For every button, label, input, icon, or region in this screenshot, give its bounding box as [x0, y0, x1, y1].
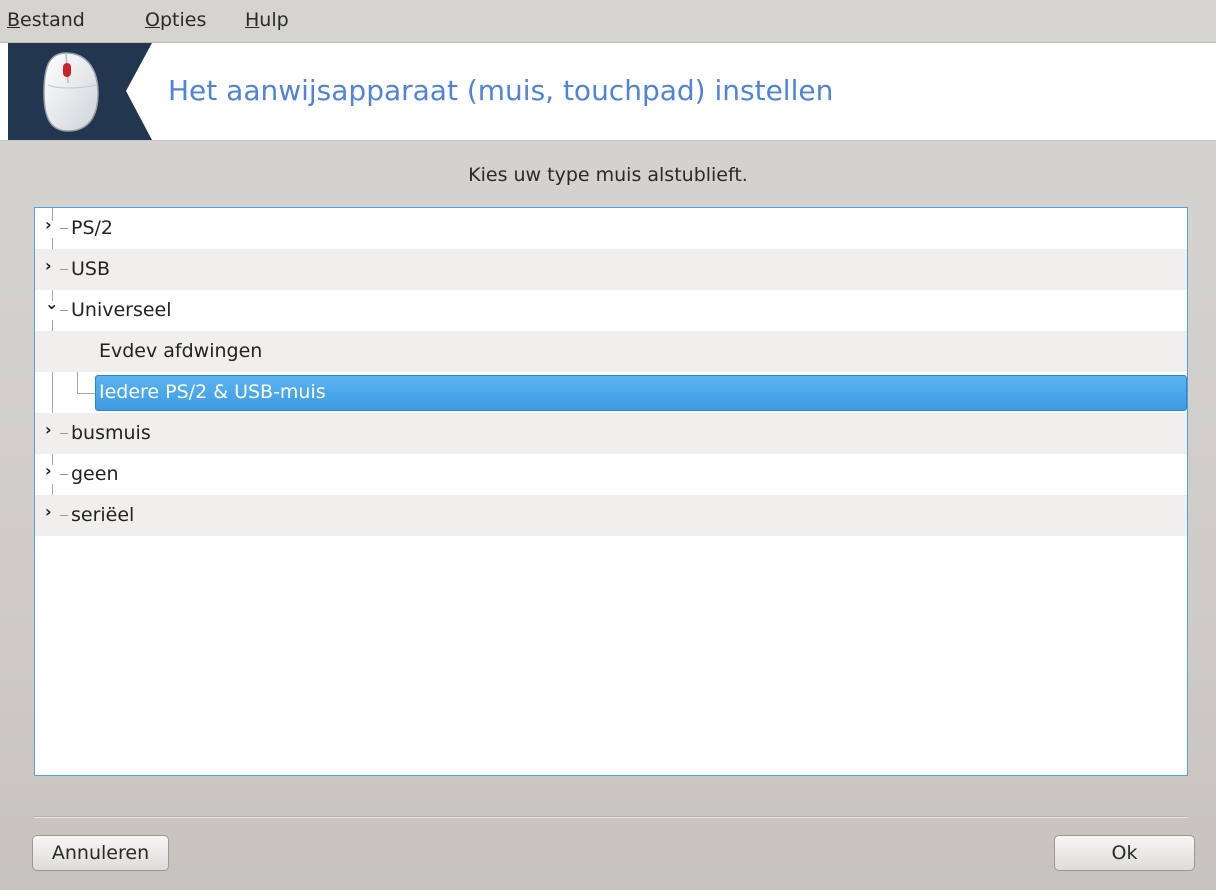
mouse-type-tree[interactable]: › PS/2 › USB ⌄ Universeel Evdev afdwinge… [34, 207, 1188, 776]
chevron-right-icon[interactable]: › [45, 461, 52, 480]
menu-accel: H [245, 9, 260, 31]
tree-item-label: Universeel [71, 299, 172, 321]
ok-button[interactable]: Ok [1054, 835, 1195, 871]
chevron-right-icon[interactable]: › [45, 215, 52, 234]
banner-notch [126, 43, 152, 140]
tree-item-serieel[interactable]: › seriëel [35, 495, 1187, 536]
tree-dash [60, 310, 68, 311]
mouse-icon [43, 52, 99, 132]
tree-item-usb[interactable]: › USB [35, 249, 1187, 290]
tree-item-label: busmuis [71, 422, 151, 444]
chevron-right-icon[interactable]: › [45, 502, 52, 521]
separator [34, 816, 1188, 818]
chevron-right-icon[interactable]: › [45, 420, 52, 439]
cancel-button[interactable]: Annuleren [32, 835, 169, 871]
tree-dash [60, 515, 68, 516]
tree-item-label: geen [71, 463, 119, 485]
tree-dash [60, 228, 68, 229]
menu-bestand[interactable]: Bestand [7, 9, 85, 31]
tree-dash [60, 269, 68, 270]
tree-item-busmuis[interactable]: › busmuis [35, 413, 1187, 454]
menu-hulp[interactable]: Hulp [245, 9, 289, 31]
tree-item-label: Iedere PS/2 & USB-muis [99, 381, 326, 403]
tree-item-ps2[interactable]: › PS/2 [35, 208, 1187, 249]
banner-icon-area [8, 43, 126, 140]
tree-item-evdev[interactable]: Evdev afdwingen [35, 331, 1187, 372]
menu-label: ulp [259, 9, 289, 31]
page-title: Het aanwijsapparaat (muis, touchpad) ins… [168, 74, 834, 107]
menu-bar: Bestand Opties Hulp [0, 0, 1216, 43]
tree-item-label: PS/2 [71, 217, 114, 239]
menu-label: pties [159, 9, 207, 31]
tree-item-label: USB [71, 258, 111, 280]
tree-item-geen[interactable]: › geen [35, 454, 1187, 495]
chevron-right-icon[interactable]: › [45, 256, 52, 275]
menu-accel: B [7, 9, 21, 31]
tree-item-label: Evdev afdwingen [99, 340, 263, 362]
chevron-down-icon[interactable]: ⌄ [45, 294, 58, 313]
tree-item-label: seriëel [71, 504, 135, 526]
menu-label: estand [20, 9, 85, 31]
menu-opties[interactable]: Opties [145, 9, 206, 31]
instruction-text: Kies uw type muis alstublieft. [468, 164, 748, 186]
tree-dash [60, 474, 68, 475]
tree-item-universeel[interactable]: ⌄ Universeel [35, 290, 1187, 331]
tree-item-ps2-usb-muis[interactable]: Iedere PS/2 & USB-muis [35, 372, 1187, 413]
tree-dash [60, 433, 68, 434]
menu-accel: O [145, 9, 160, 31]
header-banner: Het aanwijsapparaat (muis, touchpad) ins… [0, 43, 1216, 141]
